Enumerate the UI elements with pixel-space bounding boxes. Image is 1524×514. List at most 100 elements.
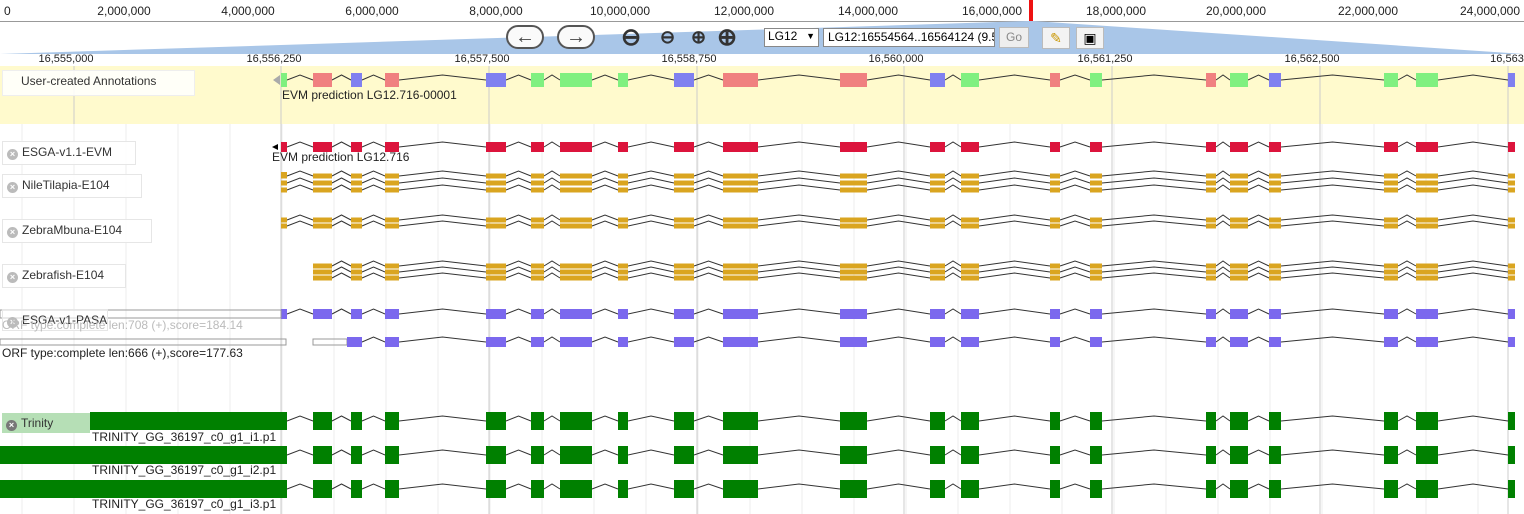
track-label-zebrafish[interactable]: × Zebrafish-E104 xyxy=(2,264,126,288)
nile-exon xyxy=(1508,173,1515,179)
track-label-user-annotations[interactable]: User-created Annotations xyxy=(2,70,195,96)
pasa-exon xyxy=(385,337,399,347)
intron-line xyxy=(286,415,314,422)
trinity-exon xyxy=(618,446,628,464)
intron-line xyxy=(627,415,675,422)
nile-exon xyxy=(961,173,979,179)
intron-line xyxy=(398,177,487,184)
overview-location-marker[interactable] xyxy=(1029,0,1033,21)
intron-line xyxy=(331,308,352,315)
zoom-in-small-button[interactable]: ⊕ xyxy=(691,27,706,48)
intron-line xyxy=(757,266,841,273)
go-button[interactable]: Go xyxy=(999,27,1029,48)
zebrambuna-exon xyxy=(313,223,332,229)
close-icon[interactable]: × xyxy=(7,272,18,283)
intron-line xyxy=(1397,308,1417,315)
track-label-nile[interactable]: × NileTilapia-E104 xyxy=(2,174,142,198)
intron-line xyxy=(505,415,532,422)
track-label-zebrambuna[interactable]: × ZebraMbuna-E104 xyxy=(2,219,152,243)
zebrafish-exon xyxy=(385,275,399,281)
zoom-in-large-button[interactable]: ⊕ xyxy=(717,23,737,52)
user-annotation-exon xyxy=(1090,73,1102,87)
arrow-right-icon: → xyxy=(566,26,586,48)
track-area[interactable] xyxy=(0,66,1524,514)
intron-line xyxy=(627,272,675,279)
zebrambuna-exon xyxy=(560,217,592,223)
evm-exon xyxy=(1230,142,1248,152)
zebrafish-exon xyxy=(560,263,592,269)
intron-line xyxy=(331,214,352,221)
intron-line xyxy=(505,336,532,343)
intron-line xyxy=(591,415,619,422)
nile-exon xyxy=(1384,173,1398,179)
close-icon[interactable]: × xyxy=(7,149,18,160)
trinity-exon xyxy=(1269,446,1281,464)
feature-label: TRINITY_GG_36197_c0_g1_i3.p1 xyxy=(92,497,277,511)
evm-exon xyxy=(840,142,867,152)
zoom-out-small-button[interactable]: ⊖ xyxy=(660,27,675,48)
zoom-out-large-button[interactable]: ⊖ xyxy=(621,23,641,52)
intron-line xyxy=(1059,449,1091,456)
track-label-text: Trinity xyxy=(21,416,54,430)
highlight-button[interactable]: ✎ xyxy=(1042,27,1070,49)
intron-line xyxy=(398,260,487,267)
pasa-exon xyxy=(674,337,694,347)
intron-line xyxy=(361,415,386,422)
location-input[interactable]: LG12:16554564..16564124 (9.5 xyxy=(823,28,995,47)
intron-line xyxy=(361,214,386,221)
intron-line xyxy=(944,260,962,267)
pan-right-button[interactable]: → xyxy=(557,25,595,49)
chromosome-select-value: LG12 xyxy=(768,29,798,43)
nile-exon xyxy=(385,173,399,179)
intron-line xyxy=(866,177,931,184)
annotation-band xyxy=(0,66,1524,124)
user-annotation-exon xyxy=(313,73,332,87)
close-icon[interactable]: × xyxy=(7,227,18,238)
close-icon[interactable]: × xyxy=(6,420,17,431)
overview-ruler[interactable]: 0 2,000,000 4,000,000 6,000,000 8,000,00… xyxy=(0,0,1524,22)
intron-line xyxy=(286,141,314,148)
close-icon[interactable]: × xyxy=(7,182,18,193)
track-label-trinity[interactable]: × Trinity xyxy=(2,413,90,433)
zebrambuna-exon xyxy=(1230,217,1248,223)
user-annotation-exon xyxy=(1384,73,1398,87)
zebrafish-exon xyxy=(1206,263,1216,269)
zebrambuna-exon xyxy=(313,217,332,223)
intron-line xyxy=(757,308,841,315)
pasa-exon xyxy=(486,309,506,319)
zebrambuna-exon xyxy=(281,217,287,223)
intron-line xyxy=(361,483,386,490)
intron-line xyxy=(1280,184,1385,191)
intron-line xyxy=(1397,184,1417,191)
pasa-exon xyxy=(674,309,694,319)
zebrafish-exon xyxy=(1090,263,1102,269)
zebrambuna-exon xyxy=(723,217,758,223)
trinity-exon xyxy=(930,446,945,464)
intron-line xyxy=(1059,336,1091,343)
intron-line xyxy=(1247,272,1270,279)
intron-line xyxy=(944,483,962,490)
zebrambuna-exon xyxy=(1269,223,1281,229)
intron-line xyxy=(1247,170,1270,177)
chromosome-select[interactable]: LG12 ▼ xyxy=(764,28,819,47)
overview-tick-label: 20,000,000 xyxy=(1205,4,1267,18)
screenshot-button[interactable]: ▣ xyxy=(1076,27,1104,49)
intron-line xyxy=(591,260,619,267)
intron-line xyxy=(505,214,532,221)
evm-exon xyxy=(1206,142,1216,152)
overview-tick-label: 2,000,000 xyxy=(97,4,151,18)
zebrambuna-exon xyxy=(560,223,592,229)
zebrambuna-exon xyxy=(1050,217,1060,223)
track-label-evm[interactable]: × ESGA-v1.1-EVM xyxy=(2,141,136,165)
trinity-exon xyxy=(313,412,332,430)
nile-exon xyxy=(351,180,362,186)
trinity-exon xyxy=(1090,412,1102,430)
zebrafish-exon xyxy=(1508,263,1515,269)
pasa-exon xyxy=(1384,309,1398,319)
intron-line xyxy=(1059,170,1091,177)
intron-line xyxy=(866,184,931,191)
intron-line xyxy=(1247,336,1270,343)
zebrafish-exon xyxy=(1230,263,1248,269)
pan-left-button[interactable]: ← xyxy=(506,25,544,49)
intron-line xyxy=(398,170,487,177)
